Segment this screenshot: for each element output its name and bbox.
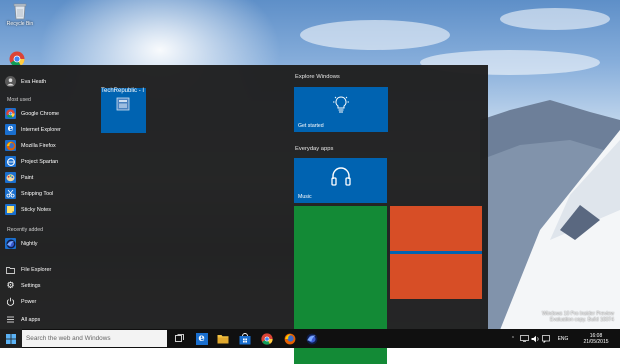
settings-button[interactable]: ⚙ Settings [5, 279, 91, 292]
tray-action-center[interactable] [541, 329, 551, 348]
tile-label: TechRepublic - I [101, 88, 145, 94]
internet-explorer-icon: e [5, 124, 16, 135]
explore-windows-header: Explore Windows [295, 74, 340, 80]
app-label: Snipping Tool [21, 190, 54, 197]
volume-icon [531, 335, 538, 342]
menu-item-label: All apps [21, 316, 41, 323]
file-explorer-button[interactable]: File Explorer [5, 263, 91, 276]
tray-clock[interactable]: 16:08 21/05/2015 [576, 329, 616, 348]
power-button[interactable]: Power [5, 295, 91, 308]
desktop-icon-recycle-bin[interactable]: Recycle Bin [0, 2, 40, 27]
user-avatar-icon [5, 76, 16, 87]
taskbar: e ⌃ ENG 16:08 21/05/2015 [0, 329, 620, 348]
power-icon [5, 296, 16, 307]
web-page-icon [116, 97, 130, 111]
recently-added-header: Recently added [7, 227, 44, 233]
file-explorer-icon [217, 335, 228, 344]
app-item-paint[interactable]: Paint [5, 171, 91, 184]
app-item-snipping-tool[interactable]: Snipping Tool [5, 187, 91, 200]
network-icon [519, 335, 529, 342]
nightly-icon [5, 238, 16, 249]
snipping-tool-icon [5, 188, 16, 199]
headphones-icon [331, 167, 351, 186]
taskbar-internet-explorer[interactable]: e [194, 331, 209, 346]
notification-icon [542, 334, 550, 343]
user-account-button[interactable]: Eva Heath [5, 75, 91, 88]
firefox-icon [284, 333, 295, 344]
taskbar-chrome[interactable] [259, 331, 274, 346]
tile-health-fitness[interactable] [390, 254, 482, 299]
chrome-icon [5, 108, 16, 119]
tile-food-drink[interactable] [390, 206, 482, 251]
app-item-internet-explorer[interactable]: e Internet Explorer [5, 123, 91, 136]
menu-item-label: File Explorer [21, 266, 52, 273]
app-item-google-chrome[interactable]: Google Chrome [5, 107, 91, 120]
internet-explorer-icon: e [195, 332, 208, 345]
language-indicator: ENG [557, 335, 569, 342]
spartan-icon [5, 156, 16, 167]
search-input[interactable] [22, 330, 167, 347]
cloud [500, 8, 610, 30]
firefox-icon [5, 140, 16, 151]
start-button[interactable] [0, 329, 22, 348]
cloud [300, 20, 450, 50]
app-label: Mozilla Firefox [21, 142, 56, 149]
most-used-header: Most used [7, 97, 31, 103]
store-icon [239, 332, 250, 344]
app-label: Paint [21, 174, 34, 181]
paint-icon [5, 172, 16, 183]
desktop-icon-label: Recycle Bin [6, 21, 34, 27]
user-name: Eva Heath [21, 78, 47, 85]
recycle-bin-icon [13, 3, 27, 20]
all-apps-button[interactable]: All apps [5, 313, 91, 326]
task-view-icon [175, 334, 184, 342]
chevron-up-icon: ⌃ [510, 335, 516, 342]
settings-gear-icon: ⚙ [6, 280, 15, 290]
taskbar-firefox[interactable] [282, 331, 297, 346]
tray-show-hidden[interactable]: ⌃ [508, 329, 518, 348]
snowy-mountain [480, 100, 620, 330]
taskbar-nightly[interactable] [304, 331, 319, 346]
tile-techrepublic[interactable]: TechRepublic - I [101, 88, 146, 133]
app-label: Google Chrome [21, 110, 60, 117]
build-watermark: Windows 10 Pro Insider Preview Evaluatio… [542, 311, 614, 323]
chrome-icon [260, 332, 273, 345]
app-item-nightly[interactable]: Nightly [5, 237, 91, 250]
start-menu: Eva Heath Most used Google Chrome e Inte… [0, 65, 488, 364]
taskbar-file-explorer[interactable] [215, 331, 230, 346]
app-item-project-spartan[interactable]: Project Spartan [5, 155, 91, 168]
tray-volume[interactable] [530, 329, 540, 348]
app-label: Project Spartan [21, 158, 59, 165]
menu-item-label: Settings [21, 282, 41, 289]
nightly-icon [306, 333, 317, 344]
tray-network[interactable] [519, 329, 529, 348]
start-menu-left-column: Eva Heath Most used Google Chrome e Inte… [0, 65, 92, 329]
tile-get-started[interactable]: Get started [294, 87, 388, 132]
tray-language[interactable]: ENG [554, 329, 572, 348]
task-view-button[interactable] [172, 331, 187, 346]
tile-label: Music [298, 194, 312, 200]
app-label: Internet Explorer [21, 126, 61, 133]
tile-music[interactable]: Music [294, 158, 387, 203]
menu-item-label: Power [21, 298, 37, 305]
everyday-apps-header: Everyday apps [295, 146, 334, 152]
app-label: Sticky Notes [21, 206, 51, 213]
sticky-notes-icon [5, 204, 16, 215]
lightbulb-icon [333, 96, 349, 113]
app-item-sticky-notes[interactable]: Sticky Notes [5, 203, 91, 216]
file-explorer-icon [5, 264, 16, 275]
tile-label: Get started [298, 123, 324, 129]
app-label: Nightly [21, 240, 38, 247]
watermark-line: Evaluation copy. Build 10074 [549, 317, 614, 323]
windows-logo-icon [6, 333, 16, 344]
app-item-mozilla-firefox[interactable]: Mozilla Firefox [5, 139, 91, 152]
clock-date: 21/05/2015 [583, 338, 609, 345]
taskbar-store[interactable] [237, 331, 252, 346]
all-apps-icon [5, 314, 16, 325]
